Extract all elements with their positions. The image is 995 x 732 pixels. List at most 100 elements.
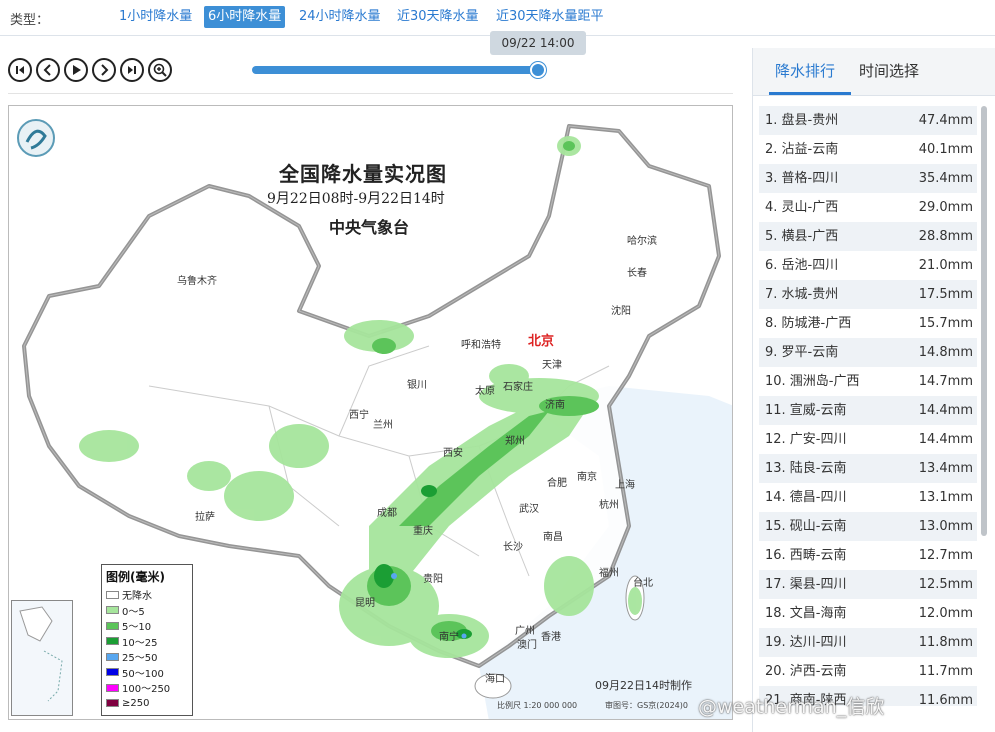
legend-item: 0～5 [106,603,188,619]
tab-6h-precip[interactable]: 6小时降水量 [204,6,286,28]
ranking-value: 14.4mm [918,403,973,418]
ranking-row[interactable]: 4. 灵山-广西 29.0mm [759,193,977,222]
prev-frame-button[interactable] [36,58,60,82]
city-label: 福州 [599,568,619,579]
divider [8,93,733,94]
city-label: 乌鲁木齐 [177,276,217,287]
city-label: 呼和浩特 [461,340,501,351]
tab-time-select[interactable]: 时间选择 [859,60,919,81]
play-button[interactable] [64,58,88,82]
tab-precip-ranking[interactable]: 降水排行 [775,60,835,81]
next-frame-icon [101,64,109,76]
time-slider-thumb[interactable] [530,62,546,78]
ranking-scrollbar[interactable] [981,106,987,536]
legend-swatch [106,590,119,599]
tab-1h-precip[interactable]: 1小时降水量 [115,6,196,28]
ranking-row[interactable]: 10. 涠洲岛-广西 14.7mm [759,367,977,396]
ranking-value: 14.8mm [918,345,973,360]
ranking-row[interactable]: 13. 陆良-云南 13.4mm [759,454,977,483]
legend-label: 10～25 [122,637,158,649]
city-label: 南宁 [439,632,459,643]
ranking-value: 11.7mm [918,664,973,679]
legend-label: 5～10 [122,622,152,634]
ranking-value: 12.5mm [918,577,973,592]
legend-swatch [106,668,119,677]
map-agency: 中央气象台 [329,218,410,237]
ranking-row[interactable]: 6. 岳池-四川 21.0mm [759,251,977,280]
ranking-station: 9. 罗平-云南 [765,345,839,360]
city-label-capital: 北京 [528,334,555,349]
zoom-in-button[interactable] [148,58,172,82]
ranking-value: 40.1mm [918,142,973,157]
ranking-row[interactable]: 15. 砚山-云南 13.0mm [759,512,977,541]
ranking-row[interactable]: 18. 文昌-海南 12.0mm [759,599,977,628]
legend-item: 10～25 [106,634,188,650]
time-slider-track[interactable] [252,66,538,74]
city-label: 昆明 [355,598,375,609]
tab-30d-precip[interactable]: 近30天降水量 [393,6,483,28]
city-label: 西安 [443,448,463,459]
ranking-value: 21.0mm [918,258,973,273]
ranking-value: 29.0mm [918,200,973,215]
legend-label: ≥250 [122,697,150,709]
ranking-station: 14. 德昌-四川 [765,490,847,505]
legend-swatch [106,621,119,630]
map-subtitle: 9月22日08时-9月22日14时 [267,191,445,207]
city-label: 兰州 [373,420,393,431]
city-label: 郑州 [505,436,525,447]
ranking-value: 12.0mm [918,606,973,621]
ranking-row[interactable]: 1. 盘县-贵州 47.4mm [759,106,977,135]
tab-30d-anomaly[interactable]: 近30天降水量距平 [492,6,608,28]
ranking-station: 20. 泸西-云南 [765,664,847,679]
ranking-station: 2. 沾益-云南 [765,142,839,157]
ranking-row[interactable]: 16. 西畴-云南 12.7mm [759,541,977,570]
legend-item: 50～100 [106,665,188,681]
city-label: 杭州 [599,500,619,511]
legend-item: 100～250 [106,680,188,696]
tab-24h-precip[interactable]: 24小时降水量 [295,6,385,28]
ranking-value: 47.4mm [918,113,973,128]
side-tabs: 降水排行 时间选择 [753,48,995,96]
ranking-row[interactable]: 12. 广安-四川 14.4mm [759,425,977,454]
ranking-value: 28.8mm [918,229,973,244]
ranking-row[interactable]: 11. 宣威-云南 14.4mm [759,396,977,425]
ranking-value: 14.4mm [918,432,973,447]
city-label: 西宁 [349,410,369,421]
ranking-value: 11.6mm [918,693,973,706]
city-label: 武汉 [519,504,539,515]
legend-swatch [106,637,119,646]
ranking-row[interactable]: 14. 德昌-四川 13.1mm [759,483,977,512]
ranking-panel: 降水排行 时间选择 1. 盘县-贵州 47.4mm 2. 沾益-云南 40.1mm 3.… [752,48,995,732]
prev-frame-icon [43,64,51,76]
next-frame-button[interactable] [92,58,116,82]
south-china-sea-inset [11,600,73,716]
ranking-row[interactable]: 17. 渠县-四川 12.5mm [759,570,977,599]
legend-item: 5～10 [106,618,188,634]
ranking-row[interactable]: 7. 水城-贵州 17.5mm [759,280,977,309]
ranking-list: 1. 盘县-贵州 47.4mm 2. 沾益-云南 40.1mm 3. 普格-四川 35.4… [759,106,983,706]
city-label: 重庆 [413,526,433,537]
ranking-value: 13.0mm [918,519,973,534]
ranking-row[interactable]: 5. 横县-广西 28.8mm [759,222,977,251]
ranking-row[interactable]: 3. 普格-四川 35.4mm [759,164,977,193]
play-icon [73,65,81,75]
city-label: 成都 [377,508,397,519]
ranking-station: 10. 涠洲岛-广西 [765,374,860,389]
active-tab-indicator [769,92,851,95]
city-label: 济南 [545,400,565,411]
ranking-row[interactable]: 19. 达川-四川 11.8mm [759,628,977,657]
city-label: 澳门 [517,640,537,651]
ranking-value: 11.8mm [918,635,973,650]
ranking-value: 14.7mm [918,374,973,389]
ranking-row[interactable]: 20. 泸西-云南 11.7mm [759,657,977,686]
ranking-station: 18. 文昌-海南 [765,606,847,621]
ranking-row[interactable]: 8. 防城港-广西 15.7mm [759,309,977,338]
last-frame-button[interactable] [120,58,144,82]
ranking-value: 13.1mm [918,490,973,505]
city-label: 哈尔滨 [627,236,657,247]
ranking-row[interactable]: 2. 沾益-云南 40.1mm [759,135,977,164]
ranking-station: 4. 灵山-广西 [765,200,839,215]
first-frame-button[interactable] [8,58,32,82]
ranking-row[interactable]: 9. 罗平-云南 14.8mm [759,338,977,367]
map-scale: 比例尺 1:20 000 000 [497,701,578,710]
